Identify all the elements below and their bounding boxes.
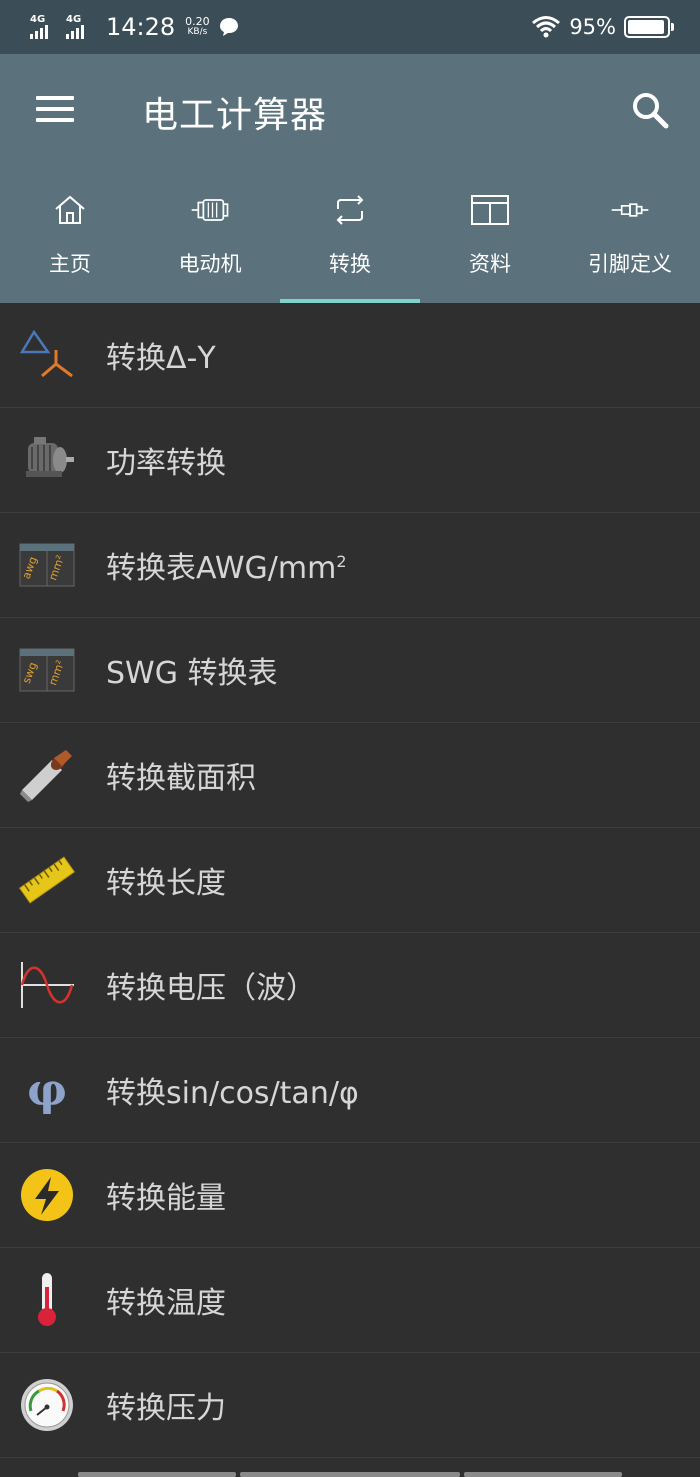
app-bar: 电工计算器 xyxy=(0,54,700,166)
wifi-icon xyxy=(532,16,561,38)
signal-1-icon: 4G xyxy=(30,15,60,39)
tab-pinout[interactable]: 引脚定义 xyxy=(560,166,700,303)
list-item[interactable]: 功率转换 xyxy=(0,408,700,513)
list-item[interactable]: 转换电压（波） xyxy=(0,933,700,1038)
motor-photo-icon xyxy=(26,437,74,477)
list-item-label: 转换压力 xyxy=(106,1391,226,1426)
thermometer-icon xyxy=(38,1273,56,1326)
list-item[interactable]: 转换Δ-Y xyxy=(0,303,700,408)
tab-convert[interactable]: 转换 xyxy=(280,166,420,303)
connector-icon xyxy=(611,203,649,217)
phi-icon: φ xyxy=(27,1065,67,1116)
table-icon xyxy=(471,195,509,225)
signal-2-icon: 4G xyxy=(66,15,96,39)
tab-home[interactable]: 主页 xyxy=(0,166,140,303)
tab-label: 主页 xyxy=(49,252,91,276)
list-item-label: 功率转换 xyxy=(106,446,226,481)
list-item-label: 转换能量 xyxy=(106,1181,226,1216)
search-icon[interactable] xyxy=(630,90,670,130)
list-item-label: 转换电压（波） xyxy=(106,971,316,1006)
awg-table-icon: awg mm² xyxy=(19,543,75,587)
conversion-list: 转换Δ-Y 功率转换 awg mm² 转换表AWG/mm2 swg mm² SW… xyxy=(0,303,700,1458)
wire-cross-section-icon xyxy=(20,750,72,802)
network-speed: 0.20 KB/s xyxy=(185,15,210,37)
swg-table-icon: swg mm² xyxy=(19,648,75,692)
battery-icon xyxy=(624,16,674,38)
tab-label: 转换 xyxy=(329,252,371,276)
tab-motor[interactable]: 电动机 xyxy=(140,166,280,303)
motor-icon xyxy=(191,199,229,221)
message-icon xyxy=(219,18,238,36)
phi-symbol: φ xyxy=(27,1065,67,1116)
list-item[interactable]: awg mm² 转换表AWG/mm2 xyxy=(0,513,700,618)
battery-percent: 95% xyxy=(569,15,616,39)
list-item-label: 转换Δ-Y xyxy=(106,341,216,376)
list-item[interactable]: φ 转换sin/cos/tan/φ xyxy=(0,1038,700,1143)
list-item[interactable]: 转换能量 xyxy=(0,1143,700,1248)
delta-wye-icon xyxy=(19,329,73,378)
home-icon xyxy=(55,195,85,224)
list-item[interactable]: 转换温度 xyxy=(0,1248,700,1353)
status-bar: 4G 4G 14:28 0.20 KB/s 95% xyxy=(0,0,700,54)
list-item-label: 转换长度 xyxy=(106,866,226,901)
clock: 14:28 xyxy=(106,13,176,41)
tab-data[interactable]: 资料 xyxy=(420,166,560,303)
list-item-label: 转换表AWG/mm2 xyxy=(106,551,347,586)
list-item[interactable]: swg mm² SWG 转换表 xyxy=(0,618,700,723)
list-item-label: SWG 转换表 xyxy=(106,656,278,691)
pressure-gauge-icon xyxy=(21,1379,73,1431)
list-item[interactable]: 转换截面积 xyxy=(0,723,700,828)
tab-label: 资料 xyxy=(469,252,511,276)
hamburger-menu-icon[interactable] xyxy=(36,96,74,124)
ruler-icon xyxy=(19,856,75,904)
tab-label: 引脚定义 xyxy=(588,252,672,276)
list-item-label: 转换sin/cos/tan/φ xyxy=(106,1076,359,1111)
app-title: 电工计算器 xyxy=(142,95,328,136)
lightning-icon xyxy=(21,1169,73,1221)
list-item[interactable]: 转换压力 xyxy=(0,1353,700,1458)
list-item[interactable]: 转换长度 xyxy=(0,828,700,933)
list-item-label: 转换截面积 xyxy=(106,761,256,796)
sine-wave-icon xyxy=(20,962,74,1008)
list-item-label: 转换温度 xyxy=(106,1286,226,1321)
scroll-hint xyxy=(0,1471,700,1477)
tab-label: 电动机 xyxy=(178,252,242,276)
tab-bar: 主页 电动机 转换 资料 引脚定义 xyxy=(0,166,700,303)
convert-icon xyxy=(336,195,364,225)
